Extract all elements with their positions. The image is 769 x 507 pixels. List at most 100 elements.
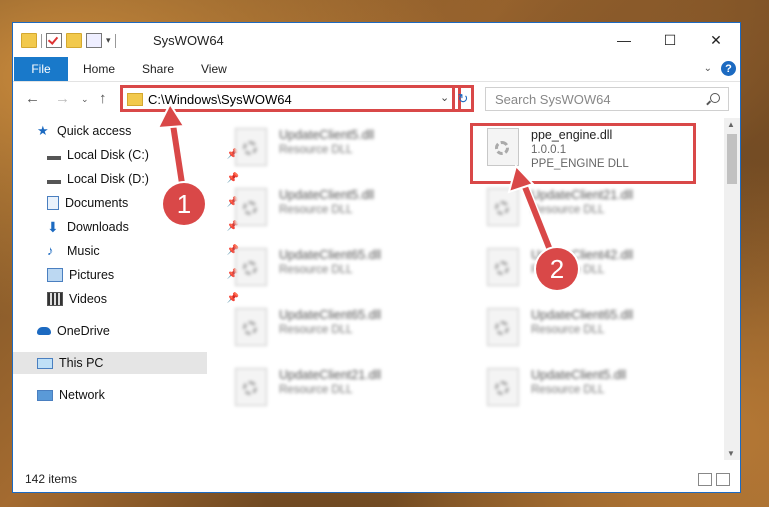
sidebar-item-label: Pictures bbox=[69, 268, 115, 282]
status-bar: 142 items bbox=[13, 469, 740, 491]
scroll-down-icon[interactable]: ▼ bbox=[727, 449, 735, 458]
file-description: Resource DLL bbox=[531, 384, 605, 396]
properties-icon[interactable] bbox=[46, 33, 62, 48]
search-icon[interactable] bbox=[710, 93, 720, 103]
folder-icon[interactable] bbox=[21, 33, 37, 48]
file-description: Resource DLL bbox=[279, 144, 353, 156]
explorer-window: ▾ SysWOW64 — ☐ ✕ File Home Share View ⌄ … bbox=[12, 22, 741, 493]
item-count: 142 items bbox=[25, 472, 78, 486]
sidebar-item-music[interactable]: ♪ Music 📌 bbox=[47, 240, 239, 262]
sidebar-item-label: Quick access bbox=[57, 124, 132, 138]
details-view-icon[interactable] bbox=[698, 473, 712, 486]
sidebar-item-label: This PC bbox=[59, 356, 104, 370]
divider bbox=[114, 33, 116, 48]
file-name: UpdateClient5.dll bbox=[279, 188, 375, 202]
forward-button[interactable]: → bbox=[55, 90, 70, 107]
ribbon-tabs: File Home Share View ⌄ ? bbox=[13, 57, 740, 82]
quick-access-toolbar: ▾ bbox=[21, 33, 116, 48]
qat-dropdown-icon[interactable]: ▾ bbox=[106, 35, 111, 46]
file-description: Resource DLL bbox=[531, 324, 605, 336]
navigation-pane: ★ Quick access Local Disk (C:) 📌 Local D… bbox=[13, 118, 239, 458]
large-icons-view-icon[interactable] bbox=[716, 473, 730, 486]
dll-file-icon bbox=[235, 308, 267, 346]
cloud-icon bbox=[37, 327, 51, 335]
list-item[interactable]: UpdateClient42.dll Resource DLL bbox=[487, 242, 697, 292]
dll-file-icon bbox=[235, 128, 267, 166]
up-button[interactable]: ↑ bbox=[99, 90, 107, 107]
drive-icon bbox=[47, 150, 61, 160]
dll-file-icon bbox=[235, 248, 267, 286]
file-description: Resource DLL bbox=[279, 384, 353, 396]
tab-file[interactable]: File bbox=[14, 57, 68, 81]
sidebar-item-label: Network bbox=[59, 388, 105, 402]
list-item[interactable]: UpdateClient21.dll Resource DLL bbox=[235, 362, 445, 412]
expand-ribbon-icon[interactable]: ⌄ bbox=[704, 63, 712, 74]
dll-file-icon bbox=[487, 248, 519, 286]
navigation-bar: ← → ⌄ ↑ C:\Windows\SysWOW64 ⌄ ↻ Search S… bbox=[13, 82, 740, 116]
list-item[interactable]: UpdateClient5.dll Resource DLL bbox=[235, 122, 445, 172]
file-description: Resource DLL bbox=[531, 204, 605, 216]
sidebar-item-label: OneDrive bbox=[57, 324, 110, 338]
recent-dropdown-icon[interactable]: ⌄ bbox=[81, 94, 89, 105]
list-item[interactable]: UpdateClient21.dll Resource DLL bbox=[487, 182, 697, 232]
back-button[interactable]: ← bbox=[25, 90, 40, 107]
tab-view[interactable]: View bbox=[201, 57, 227, 81]
list-item[interactable]: UpdateClient65.dll Resource DLL bbox=[235, 242, 445, 292]
search-box[interactable]: Search SysWOW64 bbox=[485, 87, 729, 111]
sidebar-item-local-disk-c[interactable]: Local Disk (C:) 📌 bbox=[47, 144, 239, 166]
refresh-button[interactable]: ↻ bbox=[452, 85, 474, 112]
sidebar-item-label: Downloads bbox=[67, 220, 129, 234]
step-badge-1: 1 bbox=[163, 183, 205, 225]
step-badge-2: 2 bbox=[536, 248, 578, 290]
vertical-scrollbar[interactable]: ▲ ▼ bbox=[724, 118, 740, 460]
list-item[interactable]: UpdateClient65.dll Resource DLL bbox=[235, 302, 445, 352]
file-name: UpdateClient65.dll bbox=[279, 308, 382, 322]
sidebar-item-quick-access[interactable]: ★ Quick access bbox=[37, 120, 207, 142]
file-name: UpdateClient21.dll bbox=[531, 188, 634, 202]
file-highlight-box bbox=[470, 123, 696, 184]
sidebar-item-pictures[interactable]: Pictures 📌 bbox=[47, 264, 239, 286]
sidebar-item-label: Videos bbox=[69, 292, 107, 306]
sidebar-item-this-pc[interactable]: This PC bbox=[13, 352, 207, 374]
computer-icon bbox=[37, 357, 53, 369]
scroll-up-icon[interactable]: ▲ bbox=[727, 120, 735, 129]
dll-file-icon bbox=[487, 308, 519, 346]
dll-file-icon bbox=[487, 368, 519, 406]
maximize-button[interactable]: ☐ bbox=[647, 23, 693, 57]
minimize-button[interactable]: — bbox=[601, 23, 647, 57]
scrollbar-thumb[interactable] bbox=[727, 134, 737, 184]
file-name: UpdateClient5.dll bbox=[279, 128, 375, 142]
close-button[interactable]: ✕ bbox=[693, 23, 739, 57]
sidebar-item-onedrive[interactable]: OneDrive bbox=[37, 320, 207, 342]
view-toggle bbox=[698, 473, 730, 486]
search-input[interactable]: Search SysWOW64 bbox=[495, 92, 611, 107]
new-folder-icon[interactable] bbox=[66, 33, 82, 48]
drive-icon bbox=[47, 174, 61, 184]
tab-share[interactable]: Share bbox=[142, 57, 174, 81]
divider bbox=[41, 33, 42, 48]
file-description: Resource DLL bbox=[279, 204, 353, 216]
videos-icon bbox=[47, 292, 63, 306]
pictures-icon bbox=[47, 268, 63, 282]
dll-file-icon bbox=[235, 188, 267, 226]
sidebar-item-label: Local Disk (C:) bbox=[67, 148, 149, 162]
list-item[interactable]: UpdateClient5.dll Resource DLL bbox=[487, 362, 697, 412]
download-icon: ⬇ bbox=[47, 219, 59, 235]
sidebar-item-network[interactable]: Network bbox=[37, 384, 207, 406]
list-item[interactable]: UpdateClient5.dll Resource DLL bbox=[235, 182, 445, 232]
title-bar: ▾ SysWOW64 — ☐ ✕ bbox=[13, 23, 740, 57]
refresh-icon: ↻ bbox=[457, 90, 469, 106]
documents-icon bbox=[47, 196, 59, 210]
music-icon: ♪ bbox=[47, 243, 54, 258]
sidebar-item-videos[interactable]: Videos 📌 bbox=[47, 288, 239, 310]
view-options-icon[interactable] bbox=[86, 33, 102, 48]
help-button[interactable]: ? bbox=[721, 61, 736, 76]
file-description: Resource DLL bbox=[279, 324, 353, 336]
sidebar-item-label: Documents bbox=[65, 196, 129, 210]
file-name: UpdateClient5.dll bbox=[531, 368, 627, 382]
list-item[interactable]: UpdateClient65.dll Resource DLL bbox=[487, 302, 697, 352]
sidebar-item-label: Local Disk (D:) bbox=[67, 172, 149, 186]
network-icon bbox=[37, 389, 53, 401]
file-name: UpdateClient65.dll bbox=[279, 248, 382, 262]
tab-home[interactable]: Home bbox=[83, 57, 115, 81]
